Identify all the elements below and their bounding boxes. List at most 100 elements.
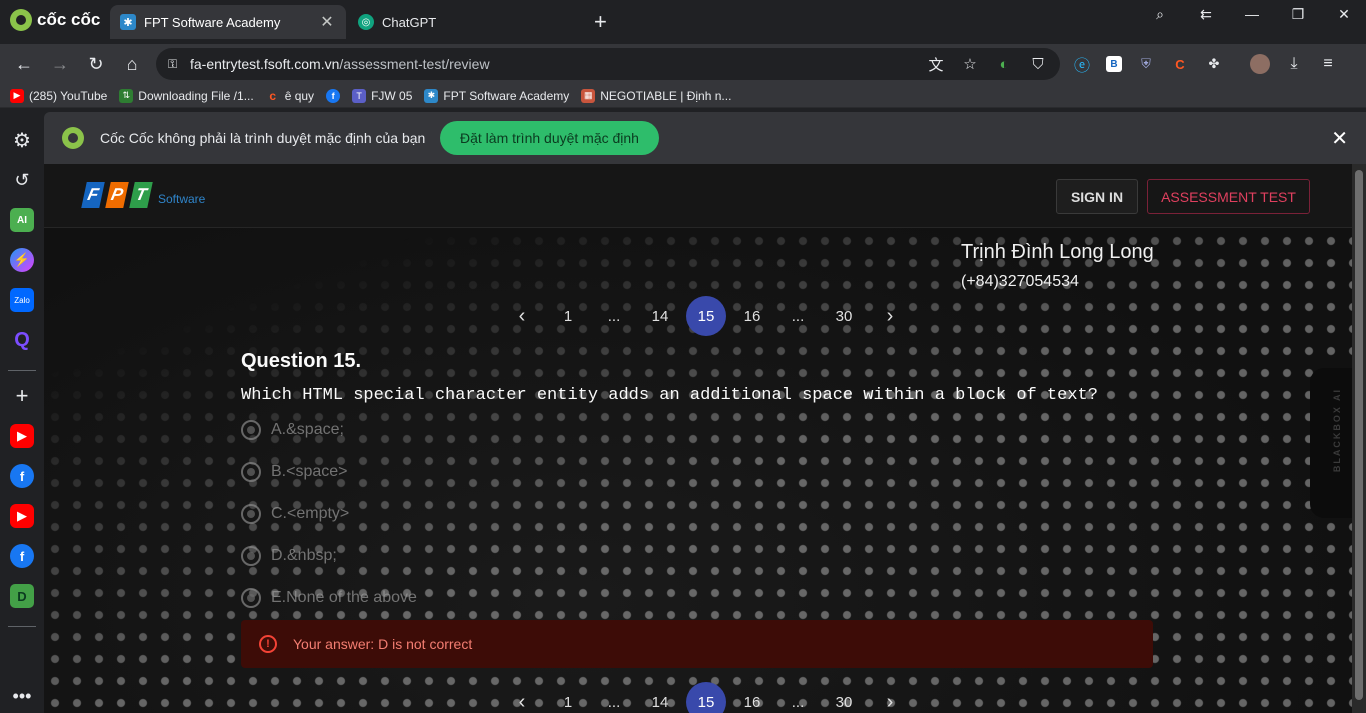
answer-option-c[interactable]: C.<empty> bbox=[241, 504, 349, 524]
radio-icon[interactable] bbox=[241, 462, 261, 482]
prev-page-button[interactable]: ‹ bbox=[502, 682, 542, 713]
tab-chatgpt[interactable]: ◎ ChatGPT bbox=[348, 5, 584, 39]
dark-mode-icon[interactable]: ◐ bbox=[994, 54, 1014, 74]
shield-icon[interactable]: ⛉ bbox=[1028, 54, 1048, 74]
sign-in-button[interactable]: SIGN IN bbox=[1056, 179, 1138, 214]
option-label: C.<empty> bbox=[271, 505, 350, 522]
tab-fpt-academy[interactable]: ✱ FPT Software Academy ✕ bbox=[110, 5, 346, 39]
page-button[interactable]: 16 bbox=[732, 296, 772, 336]
coccoc-extension-icon[interactable]: C bbox=[1170, 54, 1190, 74]
address-bar[interactable]: ⚿ fa-entrytest.fsoft.com.vn/assessment-t… bbox=[156, 48, 1060, 80]
ai-chat-icon[interactable]: AI bbox=[10, 208, 34, 232]
home-button[interactable]: ⌂ bbox=[120, 52, 144, 76]
site-info-icon[interactable]: ⚿ bbox=[168, 57, 182, 71]
minimize-button[interactable]: — bbox=[1232, 6, 1272, 26]
bookmark-e-quy[interactable]: c ê quy bbox=[266, 89, 314, 103]
history-icon[interactable]: ↺ bbox=[10, 168, 34, 192]
new-tab-button[interactable]: + bbox=[594, 9, 607, 35]
d-app-icon[interactable]: D bbox=[10, 584, 34, 608]
bookmark-label: ê quy bbox=[284, 88, 315, 103]
next-page-button[interactable]: › bbox=[870, 296, 910, 336]
search-tabs-icon[interactable]: ⌕ bbox=[1140, 6, 1180, 26]
fpt-logo-software: Software bbox=[158, 192, 206, 206]
page-button[interactable]: 14 bbox=[640, 682, 680, 713]
menu-icon[interactable]: ≡ bbox=[1318, 54, 1338, 74]
youtube-icon[interactable]: ▶ bbox=[10, 424, 34, 448]
edge-extension-icon[interactable]: ⓔ bbox=[1072, 54, 1092, 75]
bookmark-star-icon[interactable]: ☆ bbox=[960, 54, 980, 74]
default-browser-infobar: Cốc Cốc không phải là trình duyệt mặc đị… bbox=[44, 112, 1366, 164]
browser-brand[interactable]: cốc cốc bbox=[10, 9, 100, 31]
bookmark-downloading[interactable]: ⇅ Downloading File /1... bbox=[119, 88, 254, 103]
error-icon: ! bbox=[259, 635, 277, 653]
prev-page-button[interactable]: ‹ bbox=[502, 296, 542, 336]
option-label: A.&space; bbox=[271, 421, 344, 438]
answer-result-alert: ! Your answer: D is not correct bbox=[241, 620, 1153, 668]
browser-brand-name: cốc cốc bbox=[37, 10, 101, 29]
close-infobar-icon[interactable]: ✕ bbox=[1331, 126, 1348, 151]
answer-option-a[interactable]: A.&space; bbox=[241, 420, 344, 440]
quizlet-icon[interactable]: Q bbox=[10, 328, 34, 352]
bookmark-facebook[interactable]: f bbox=[326, 88, 341, 103]
shield-extension-icon[interactable]: ⛨ bbox=[1136, 54, 1156, 74]
set-default-browser-button[interactable]: Đặt làm trình duyệt mặc định bbox=[440, 121, 659, 155]
page-button[interactable]: 30 bbox=[824, 296, 864, 336]
youtube-icon[interactable]: ▶ bbox=[10, 504, 34, 528]
fpt-software-logo[interactable]: F P T Software bbox=[81, 182, 206, 208]
facebook-icon: f bbox=[326, 88, 341, 103]
question-title: Question 15. bbox=[241, 350, 362, 372]
radio-icon[interactable] bbox=[241, 546, 261, 566]
page-button-current[interactable]: 15 bbox=[686, 682, 726, 713]
settings-gear-icon[interactable]: ⚙ bbox=[10, 128, 34, 152]
answer-option-e[interactable]: E.None of the above bbox=[241, 588, 417, 608]
radio-icon[interactable] bbox=[241, 504, 261, 524]
bookmark-fjw05[interactable]: T FJW 05 bbox=[352, 88, 412, 103]
option-label: E.None of the above bbox=[271, 589, 417, 606]
extensions-icon[interactable]: ✤ bbox=[1204, 54, 1224, 74]
zalo-icon[interactable]: Zalo bbox=[10, 288, 34, 312]
tab-search-icon[interactable]: ⇇ bbox=[1186, 6, 1226, 26]
coccoc-logo-icon bbox=[62, 127, 84, 149]
next-page-button[interactable]: › bbox=[870, 682, 910, 713]
bookmark-label: FPT Software Academy bbox=[443, 88, 570, 103]
add-panel-icon[interactable]: + bbox=[10, 383, 34, 408]
site-header: F P T Software SIGN IN ASSESSMENT TEST bbox=[44, 164, 1366, 228]
close-tab-icon[interactable]: ✕ bbox=[318, 12, 336, 32]
restore-button[interactable]: ❐ bbox=[1278, 6, 1318, 26]
more-icon[interactable]: ••• bbox=[10, 684, 34, 708]
page-button[interactable]: 14 bbox=[640, 296, 680, 336]
page-button[interactable]: 1 bbox=[548, 296, 588, 336]
page-button[interactable]: 1 bbox=[548, 682, 588, 713]
scrollbar-thumb[interactable] bbox=[1355, 170, 1363, 700]
bookmark-label: NEGOTIABLE | Định n... bbox=[600, 88, 732, 103]
facebook-icon[interactable]: f bbox=[10, 464, 34, 488]
translate-icon[interactable]: 文 bbox=[926, 54, 946, 74]
answer-option-b[interactable]: B.<space> bbox=[241, 462, 348, 482]
blackbox-label: BLACKBOX AI bbox=[1332, 388, 1342, 473]
url-path: /assessment-test/review bbox=[339, 56, 490, 72]
url-text[interactable]: fa-entrytest.fsoft.com.vn/assessment-tes… bbox=[190, 56, 490, 72]
answer-option-d[interactable]: D.&nbsp; bbox=[241, 546, 337, 566]
close-window-button[interactable]: ✕ bbox=[1324, 6, 1364, 26]
bookmark-negotiable[interactable]: ▦ NEGOTIABLE | Định n... bbox=[581, 88, 732, 103]
forward-button[interactable]: → bbox=[48, 52, 72, 76]
radio-icon[interactable] bbox=[241, 588, 261, 608]
profile-avatar[interactable] bbox=[1250, 54, 1270, 74]
page-button-current[interactable]: 15 bbox=[686, 296, 726, 336]
radio-icon[interactable] bbox=[241, 420, 261, 440]
sidebar-divider bbox=[8, 626, 36, 627]
bookmark-label: (285) YouTube bbox=[29, 88, 108, 103]
page-button[interactable]: 30 bbox=[824, 682, 864, 713]
download-icon[interactable]: ⤓ bbox=[1284, 54, 1304, 74]
messenger-icon[interactable]: ⚡ bbox=[10, 248, 34, 272]
bookmark-fpt-academy[interactable]: ✱ FPT Software Academy bbox=[424, 88, 570, 103]
back-button[interactable]: ← bbox=[12, 52, 36, 76]
assessment-test-button[interactable]: ASSESSMENT TEST bbox=[1147, 179, 1310, 214]
bookmark-youtube[interactable]: ▶ (285) YouTube bbox=[10, 88, 108, 103]
side-panel: ⚙ ↺ AI ⚡ Zalo Q + ▶ f ▶ f D ••• bbox=[0, 108, 44, 713]
reload-button[interactable]: ↻ bbox=[84, 52, 108, 76]
coccoc-logo-icon bbox=[10, 9, 32, 31]
b-extension-icon[interactable]: B bbox=[1106, 56, 1122, 72]
page-button[interactable]: 16 bbox=[732, 682, 772, 713]
facebook-icon[interactable]: f bbox=[10, 544, 34, 568]
